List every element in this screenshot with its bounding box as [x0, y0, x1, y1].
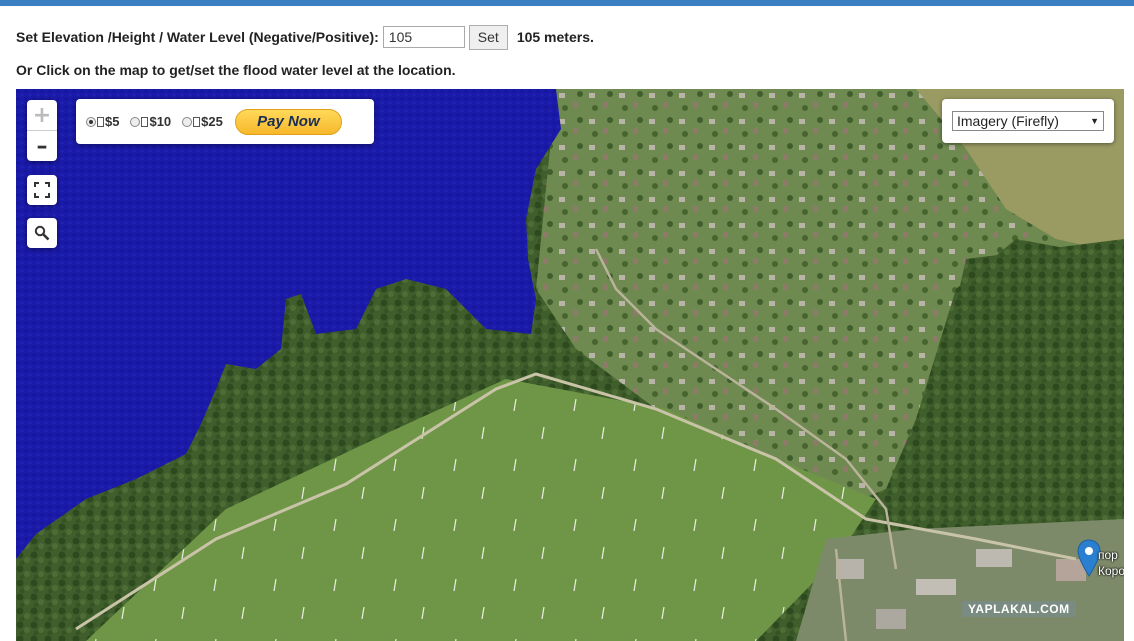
chevron-down-icon: ▼: [1090, 116, 1099, 126]
layer-panel: Imagery (Firefly) ▼: [942, 99, 1114, 143]
zoom-out-button[interactable]: –: [27, 131, 57, 161]
donation-option-label: $5: [105, 114, 120, 129]
map-hint-text: Or Click on the map to get/set the flood…: [16, 62, 456, 78]
elevation-input[interactable]: [382, 26, 465, 48]
zoom-in-button[interactable]: +: [27, 100, 57, 130]
donation-option-10[interactable]: $10: [130, 114, 171, 129]
radio-unselected[interactable]: [130, 116, 141, 127]
elevation-result: 105 meters.: [516, 29, 594, 45]
search-icon: [34, 225, 50, 241]
search-button[interactable]: [27, 218, 57, 248]
missing-glyph-box: [193, 116, 201, 127]
pay-now-button[interactable]: Pay Now: [234, 108, 342, 135]
set-button[interactable]: Set: [468, 24, 508, 50]
donation-panel: $5 $10 $25 Pay Now: [76, 99, 374, 144]
missing-glyph-box: [141, 116, 149, 127]
satellite-imagery: [16, 89, 1124, 641]
radio-selected[interactable]: [86, 116, 96, 127]
layer-select-value: Imagery (Firefly): [957, 113, 1059, 129]
donation-option-5[interactable]: $5: [86, 114, 119, 129]
donation-option-label: $25: [201, 114, 223, 129]
watermark: YAPLAKAL.COM: [962, 601, 1076, 617]
elevation-controls: Set Elevation /Height / Water Level (Neg…: [16, 24, 594, 50]
layer-select[interactable]: Imagery (Firefly) ▼: [952, 111, 1104, 131]
place-label: пор Коро: [1098, 547, 1124, 579]
top-accent-bar: [0, 0, 1134, 6]
donation-option-label: $10: [149, 114, 172, 129]
place-label-line: пор: [1098, 548, 1118, 562]
flood-map[interactable]: + – $5 $10 $25 Pay Now Imagery (Firefly)…: [16, 89, 1124, 641]
fullscreen-icon: [34, 182, 50, 198]
radio-unselected[interactable]: [182, 116, 193, 127]
place-label-line: Коро: [1098, 564, 1124, 578]
elevation-label: Set Elevation /Height / Water Level (Neg…: [16, 29, 379, 45]
fullscreen-button[interactable]: [27, 175, 57, 205]
missing-glyph-box: [97, 116, 104, 127]
zoom-control: + –: [27, 100, 57, 161]
donation-option-25[interactable]: $25: [182, 114, 223, 129]
